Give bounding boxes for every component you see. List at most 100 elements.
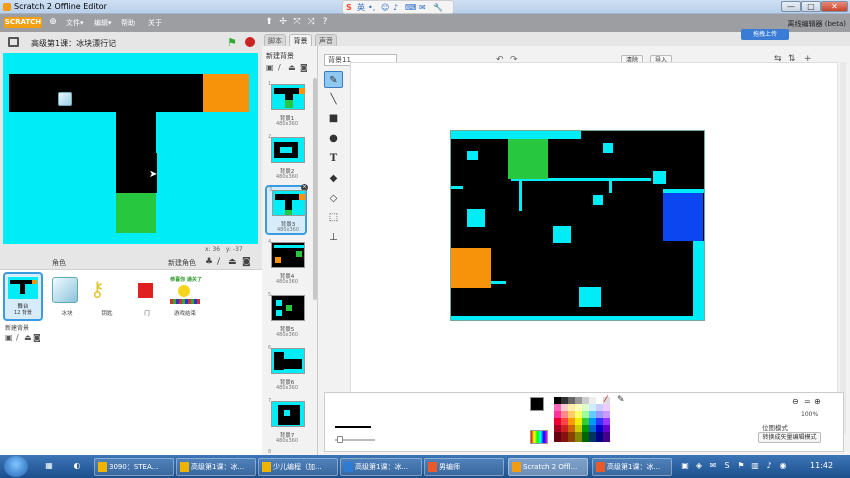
- grow-icon[interactable]: ⤧: [292, 17, 302, 27]
- taskbar-item[interactable]: 3090：STEA...: [94, 458, 174, 476]
- menu-file[interactable]: 文件▾: [66, 18, 84, 28]
- choose-backdrop-icon[interactable]: ▣: [5, 333, 13, 342]
- backdrop-item[interactable]: 6 背景6 480x360: [266, 345, 308, 395]
- start-button[interactable]: [4, 456, 28, 477]
- transparent-color-icon[interactable]: ⁄: [605, 395, 607, 405]
- fullscreen-icon[interactable]: [8, 37, 19, 47]
- ime-lang-toggle[interactable]: 英: [357, 2, 365, 13]
- sprite-item-door[interactable]: 门: [128, 273, 166, 317]
- paint-new-backdrop-icon[interactable]: /: [278, 63, 281, 72]
- taskbar-item[interactable]: 高级第1课：冰...: [592, 458, 672, 476]
- ime-mic-icon[interactable]: ♪: [393, 2, 398, 13]
- project-title[interactable]: 高级第1课：冰块漂行记: [31, 38, 116, 49]
- backdrop-item-selected[interactable]: 3 × 背景3 480x360: [265, 184, 308, 235]
- tray-app-icon[interactable]: ▣: [680, 461, 690, 471]
- color-palette[interactable]: [554, 397, 610, 442]
- color-picker-icon[interactable]: [530, 430, 548, 444]
- backdrop-library-icon[interactable]: ▣: [266, 63, 274, 72]
- scratch-logo: SCRATCH: [4, 17, 42, 28]
- taskbar-item[interactable]: 少儿编程（加...: [258, 458, 338, 476]
- upload-backdrop-icon[interactable]: ⏏: [24, 333, 32, 342]
- convert-to-vector-button[interactable]: 转换成矢量编辑模式: [758, 432, 821, 443]
- shrink-icon[interactable]: ⤨: [306, 17, 316, 27]
- backdrop-item[interactable]: 4 背景4 480x360: [266, 239, 308, 289]
- sprite-item-key[interactable]: ⚷ 钥匙: [88, 273, 126, 317]
- tray-volume-icon[interactable]: ♪: [764, 461, 774, 471]
- camera-icon[interactable]: ◙: [242, 257, 251, 267]
- tray-ime-icon[interactable]: S: [722, 461, 732, 471]
- tab-sounds[interactable]: 声音: [315, 34, 337, 46]
- ime-keyboard-icon[interactable]: ⌨: [405, 2, 417, 13]
- cut-icon[interactable]: ✢: [278, 17, 288, 27]
- menu-about[interactable]: 关于: [148, 18, 162, 28]
- taskbar-item-active[interactable]: Scratch 2 Offl...: [508, 458, 588, 476]
- fill-icon[interactable]: ◆: [324, 170, 343, 187]
- tray-security-icon[interactable]: ◉: [778, 461, 788, 471]
- ime-mail-icon[interactable]: ✉: [419, 2, 426, 13]
- folder-icon: [180, 462, 189, 472]
- sprite-item-ice[interactable]: 冰块: [48, 273, 86, 317]
- menu-help[interactable]: 帮助: [121, 18, 135, 28]
- upload-sprite-icon[interactable]: ⏏: [228, 257, 237, 267]
- taskbar-clock[interactable]: 11:42: [810, 461, 833, 470]
- browser-icon[interactable]: ◐: [72, 461, 82, 471]
- ellipse-icon[interactable]: ●: [324, 130, 343, 147]
- backdrop-item[interactable]: 5 背景5 480x360: [266, 292, 308, 342]
- tab-backdrops[interactable]: 背景: [289, 34, 312, 46]
- drawing-scrollbar[interactable]: [840, 62, 846, 434]
- camera-new-backdrop-icon[interactable]: ◙: [300, 63, 308, 72]
- stage-thumbnail[interactable]: 舞台 12 背景: [3, 272, 43, 321]
- taskbar-item[interactable]: 高级第1课：冰...: [340, 458, 422, 476]
- ice-cube-sprite[interactable]: [58, 92, 72, 106]
- help-icon[interactable]: ?: [320, 17, 330, 27]
- tray-flag-icon[interactable]: ⚑: [736, 461, 746, 471]
- globe-icon[interactable]: ⊕: [48, 17, 58, 27]
- paint-backdrop-icon[interactable]: /: [16, 333, 19, 342]
- ime-punct-icon[interactable]: •,: [368, 2, 375, 13]
- choose-sprite-icon[interactable]: ♣: [205, 257, 213, 267]
- text-icon[interactable]: T: [324, 150, 343, 167]
- backdrop-canvas[interactable]: [450, 130, 705, 321]
- camera-backdrop-icon[interactable]: ◙: [33, 333, 41, 342]
- taskbar-item[interactable]: 高级第1课：冰...: [176, 458, 256, 476]
- backdrop-item[interactable]: 2 背景2 480x360: [266, 134, 308, 184]
- backdrop-item[interactable]: 7 背景7 480x360: [266, 398, 308, 448]
- paint-sprite-icon[interactable]: /: [217, 257, 220, 267]
- maximize-button[interactable]: □: [801, 1, 821, 12]
- current-color-swatch[interactable]: [530, 397, 544, 411]
- close-button[interactable]: ✕: [821, 1, 848, 12]
- menu-edit[interactable]: 编辑▾: [94, 18, 112, 28]
- brush-icon[interactable]: ✎: [324, 71, 343, 88]
- rect-icon[interactable]: ■: [324, 110, 343, 127]
- backdrop-scrollbar[interactable]: [313, 78, 317, 300]
- zoom-in-icon[interactable]: ⊕: [814, 397, 821, 406]
- minimize-button[interactable]: —: [781, 1, 801, 12]
- tab-scripts[interactable]: 脚本: [264, 34, 286, 46]
- taskbar-label: Scratch 2 Offl...: [523, 463, 578, 471]
- taskbar-item[interactable]: 男编师: [424, 458, 504, 476]
- explorer-icon[interactable]: ▦: [44, 461, 54, 471]
- stamp-icon[interactable]: ⊥: [324, 229, 343, 246]
- stage-canvas[interactable]: ➤: [3, 53, 258, 244]
- tray-shield-icon[interactable]: ◈: [694, 461, 704, 471]
- line-width-slider-thumb[interactable]: [337, 436, 343, 443]
- upload-new-backdrop-icon[interactable]: ⏏: [288, 63, 296, 72]
- zoom-out-icon[interactable]: ⊖: [792, 397, 799, 406]
- sprite-item-game-over[interactable]: 恭喜你 通关了 游戏结束: [166, 273, 204, 317]
- backdrop-item[interactable]: 1 背景1 480x360: [266, 81, 308, 131]
- line-icon[interactable]: ╲: [324, 91, 343, 108]
- ime-logo-icon[interactable]: S: [346, 2, 352, 13]
- tray-mail-icon[interactable]: ✉: [708, 461, 718, 471]
- zoom-reset-icon[interactable]: =: [804, 397, 811, 406]
- duplicate-icon[interactable]: ⬆: [264, 17, 274, 27]
- backdrop-size: 480x360: [275, 385, 299, 391]
- green-flag-icon[interactable]: ⚑: [227, 37, 238, 48]
- eyedropper-icon[interactable]: ✎: [617, 395, 625, 405]
- ime-tool-icon[interactable]: 🔧: [433, 2, 443, 13]
- tray-network-icon[interactable]: ▥: [750, 461, 760, 471]
- ime-smile-icon[interactable]: ☺: [381, 2, 389, 13]
- eraser-icon[interactable]: ◇: [324, 190, 343, 207]
- stop-icon[interactable]: [245, 37, 255, 47]
- ice-tile: [579, 287, 601, 307]
- select-icon[interactable]: ⬚: [324, 209, 343, 226]
